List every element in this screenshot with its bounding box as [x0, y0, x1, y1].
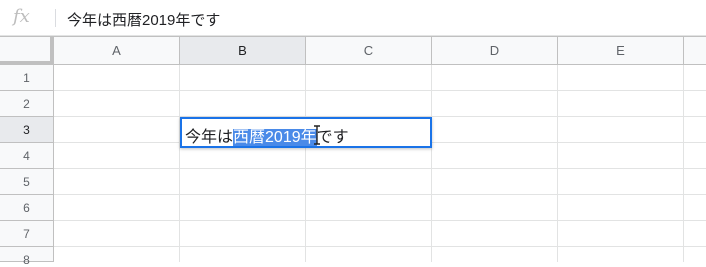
spreadsheet-grid[interactable]: A B C D E 1 2 3 4 5 6 7 8 — [0, 36, 706, 267]
row-header-6[interactable]: 6 — [0, 195, 54, 221]
grid-line — [54, 168, 706, 169]
formula-input[interactable]: 今年は西暦2019年です — [67, 9, 220, 30]
text-before: 今年は — [185, 129, 234, 146]
row-header-5[interactable]: 5 — [0, 169, 54, 195]
cell-editor-b3[interactable]: 今年は西暦2019年です — [180, 117, 432, 148]
grid-line — [431, 65, 432, 262]
column-header-d[interactable]: D — [432, 37, 558, 65]
row-header-4[interactable]: 4 — [0, 143, 54, 169]
grid-line — [305, 65, 306, 262]
column-header-c[interactable]: C — [306, 37, 432, 65]
fx-icon: fx — [13, 6, 30, 27]
grid-line — [54, 246, 706, 247]
select-all-corner[interactable] — [0, 37, 54, 65]
column-header-b[interactable]: B — [180, 37, 306, 65]
column-header-partial[interactable] — [684, 37, 706, 65]
grid-line — [54, 90, 706, 91]
column-header-a[interactable]: A — [54, 37, 180, 65]
row-header-8[interactable]: 8 — [0, 247, 54, 267]
row-header-2[interactable]: 2 — [0, 91, 54, 117]
row-header-3[interactable]: 3 — [0, 117, 54, 143]
grid-line — [54, 194, 706, 195]
formula-divider — [55, 9, 56, 27]
selected-text: 西暦2019年 — [233, 129, 317, 146]
grid-line — [557, 65, 558, 262]
column-header-e[interactable]: E — [558, 37, 684, 65]
text-cursor-icon — [314, 125, 320, 145]
cell-editor-text[interactable]: 今年は西暦2019年です — [185, 123, 349, 147]
row-header-7[interactable]: 7 — [0, 221, 54, 247]
grid-line — [683, 65, 684, 262]
cell-area[interactable] — [54, 65, 706, 262]
grid-line — [179, 65, 180, 262]
formula-bar: fx 今年は西暦2019年です — [0, 0, 706, 36]
row-header-1[interactable]: 1 — [0, 65, 54, 91]
grid-line — [54, 220, 706, 221]
